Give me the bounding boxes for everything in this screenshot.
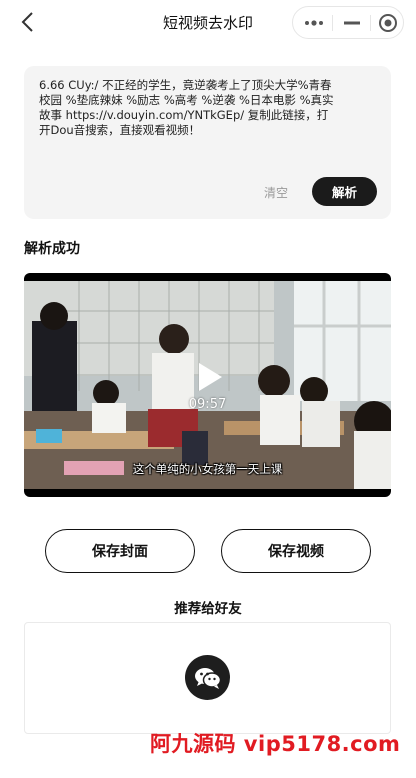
share-link-input-card[interactable]: 6.66 CUy:/ 不正经的学生，竟逆袭考上了顶尖大学%青春校园 %垫底辣妹 … [24,66,391,219]
more-dots-icon[interactable] [295,7,332,38]
parse-button[interactable]: 解析 [312,177,377,206]
result-title: 解析成功 [24,241,80,257]
navigation-bar: 短视频去水印 [0,0,416,46]
video-player[interactable]: 09:57 这个单纯的小女孩第一天上课 [24,273,391,497]
target-close-icon[interactable] [369,7,406,38]
share-section-title: 推荐给好友 [174,601,242,617]
save-video-button[interactable]: 保存视频 [221,529,371,573]
clear-button[interactable]: 清空 [264,184,288,201]
save-cover-button[interactable]: 保存封面 [45,529,195,573]
watermark-text: 阿九源码 vip5178.com [150,732,401,756]
video-subtitle: 这个单纯的小女孩第一天上课 [132,462,283,476]
share-text-input[interactable]: 6.66 CUy:/ 不正经的学生，竟逆袭考上了顶尖大学%青春校园 %垫底辣妹 … [39,78,339,138]
wechat-icon[interactable] [185,655,230,700]
minimize-icon[interactable] [333,7,370,38]
video-duration: 09:57 [188,397,227,412]
mini-program-capsule [292,6,404,39]
share-box [24,622,391,734]
play-icon[interactable] [196,361,224,393]
